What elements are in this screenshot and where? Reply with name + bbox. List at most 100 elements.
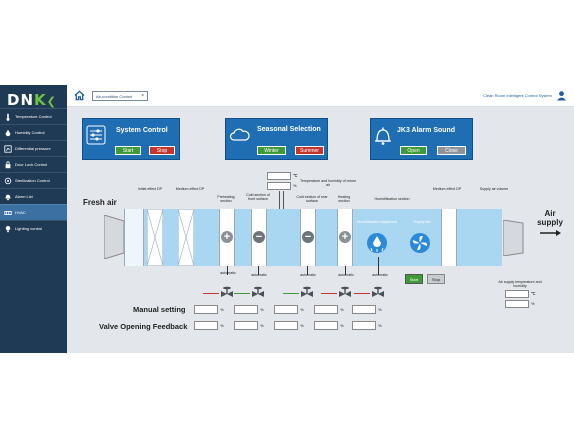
supply-volume-label: Supply air volume (479, 187, 509, 191)
alarm-sound-title: JK3 Alarm Sound (397, 127, 456, 134)
home-icon[interactable] (74, 90, 85, 101)
supply-humidity-value (505, 300, 529, 308)
fresh-air-label: Fresh air (83, 198, 117, 207)
initial-dp-label: Initial effect DP (137, 187, 163, 191)
return-air-humidity-unit: % (293, 183, 297, 188)
humidifier-icon (367, 233, 387, 253)
manual-setting-2-unit: % (260, 307, 264, 312)
fan-stop-button[interactable]: Stop (427, 274, 445, 284)
sidebar-item-label: Humidity Control (15, 130, 45, 135)
humidification-equipment-label: Humidification equipment (356, 220, 398, 224)
sidebar-item-label: Temperature Control (15, 114, 52, 119)
gauge-icon (4, 144, 12, 153)
cold-rear-coil-icon: − (302, 231, 314, 243)
medium-dp-right-label: Medium effect DP (432, 187, 462, 191)
return-air-temp-value (267, 172, 291, 180)
sidebar-item-label: Lighting control (15, 226, 43, 231)
sidebar-item-humidity[interactable]: Humidity Control (0, 124, 67, 140)
valve-4-pipe-in (321, 293, 337, 294)
sidebar-item-sterilization[interactable]: Sterilization Control (0, 172, 67, 188)
return-air-pipe (279, 191, 280, 209)
cold-front-coil-icon: − (253, 231, 265, 243)
manual-setting-5-input[interactable] (352, 305, 376, 314)
alarm-open-button[interactable]: Open (400, 146, 427, 155)
valve-feedback-2-value (234, 321, 258, 330)
valve-3-icon[interactable] (299, 286, 315, 298)
valve-feedback-1-value (194, 321, 218, 330)
sidebar-item-differential-pressure[interactable]: Differential pressure (0, 140, 67, 156)
valve-1-mode: automatic (220, 271, 236, 275)
logo: DNK❮ (7, 91, 57, 109)
medium-filter-right (441, 209, 457, 266)
sidebar-item-temperature[interactable]: Temperature Control (0, 108, 67, 124)
supply-fan-icon (410, 233, 430, 253)
valve-5-mode: automatic (372, 273, 388, 277)
sidebar-item-alarm-list[interactable]: Alarm List (0, 188, 67, 204)
sidebar-item-label: Sterilization Control (15, 178, 50, 183)
sliders-icon (86, 125, 106, 145)
system-control-card: System Control Start Stop (82, 118, 180, 160)
valve-2-icon[interactable] (250, 286, 266, 298)
air-supply-arrow-icon (540, 230, 561, 236)
valve-feedback-1-unit: % (220, 323, 224, 328)
valve-1-pipe-in (203, 293, 219, 294)
valve-5-pipe-in (354, 293, 370, 294)
return-air-humidity-value (267, 182, 291, 190)
heating-coil-icon: + (339, 231, 351, 243)
cloud-icon (229, 128, 250, 141)
system-title: Clean Room Intelligent Control System (483, 93, 552, 98)
system-start-button[interactable]: Start (115, 146, 141, 155)
alarm-close-button[interactable]: Close (437, 146, 466, 155)
manual-setting-2-input[interactable] (234, 305, 258, 314)
return-air-temp-unit: ℃ (293, 173, 298, 178)
droplet-icon (5, 129, 11, 136)
valve-5-icon[interactable] (370, 286, 386, 298)
thermometer-icon (6, 113, 10, 121)
sidebar-item-label: Differential pressure (15, 146, 51, 151)
valve-feedback-5-value (352, 321, 376, 330)
sidebar-item-lighting[interactable]: Lighting control (0, 220, 67, 236)
manual-setting-3-input[interactable] (274, 305, 298, 314)
manual-setting-5-unit: % (378, 307, 382, 312)
valve-feedback-3-unit: % (300, 323, 304, 328)
manual-setting-1-unit: % (220, 307, 224, 312)
humidification-label: Humidification section (374, 197, 410, 201)
manual-setting-3-unit: % (300, 307, 304, 312)
summer-button[interactable]: Summer (295, 146, 324, 155)
user-icon[interactable] (556, 90, 567, 101)
valve-4-icon[interactable] (337, 286, 353, 298)
preheating-coil-icon: + (221, 231, 233, 243)
valve-2-pipe-in (234, 293, 250, 294)
valve-2-mode: automatic (251, 273, 267, 277)
bell-icon (375, 127, 391, 145)
winter-button[interactable]: Winter (257, 146, 286, 155)
tab-air-condition-control[interactable]: Air-condition Control × (92, 91, 148, 101)
cold-front-label: Cold section of front surface (246, 193, 270, 201)
sidebar-item-door-lock[interactable]: Door Lock Control (0, 156, 67, 172)
lock-icon (5, 160, 11, 168)
cold-rear-label: Cold section of rear surface (296, 195, 328, 203)
system-stop-button[interactable]: Stop (149, 146, 175, 155)
heating-label: Heating section (337, 195, 351, 203)
valve-feedback-3-value (274, 321, 298, 330)
tab-close-icon[interactable]: × (141, 93, 144, 99)
manual-setting-4-input[interactable] (314, 305, 338, 314)
supply-temp-value (505, 290, 529, 298)
sidebar-item-label: HVAC (15, 210, 26, 215)
valve-4-mode: automatic (338, 273, 354, 277)
manual-setting-1-input[interactable] (194, 305, 218, 314)
top-bar: Air-condition Control × Clean Room Intell… (67, 85, 574, 107)
tab-label: Air-condition Control (96, 93, 133, 99)
seasonal-selection-card: Seasonal Selection Winter Summer (225, 118, 328, 160)
valve-feedback-5-unit: % (378, 323, 382, 328)
fresh-air-inlet (104, 215, 125, 259)
valve-3-pipe-in (283, 293, 299, 294)
bulb-icon (5, 225, 11, 232)
fan-start-button[interactable]: Start (405, 274, 423, 284)
alarm-icon (5, 194, 11, 200)
supply-temp-unit: ℃ (531, 291, 536, 296)
valve-feedback-2-unit: % (260, 323, 264, 328)
valve-1-icon[interactable] (219, 286, 235, 298)
uv-icon (4, 177, 12, 184)
sidebar-item-hvac[interactable]: HVAC (0, 204, 67, 220)
